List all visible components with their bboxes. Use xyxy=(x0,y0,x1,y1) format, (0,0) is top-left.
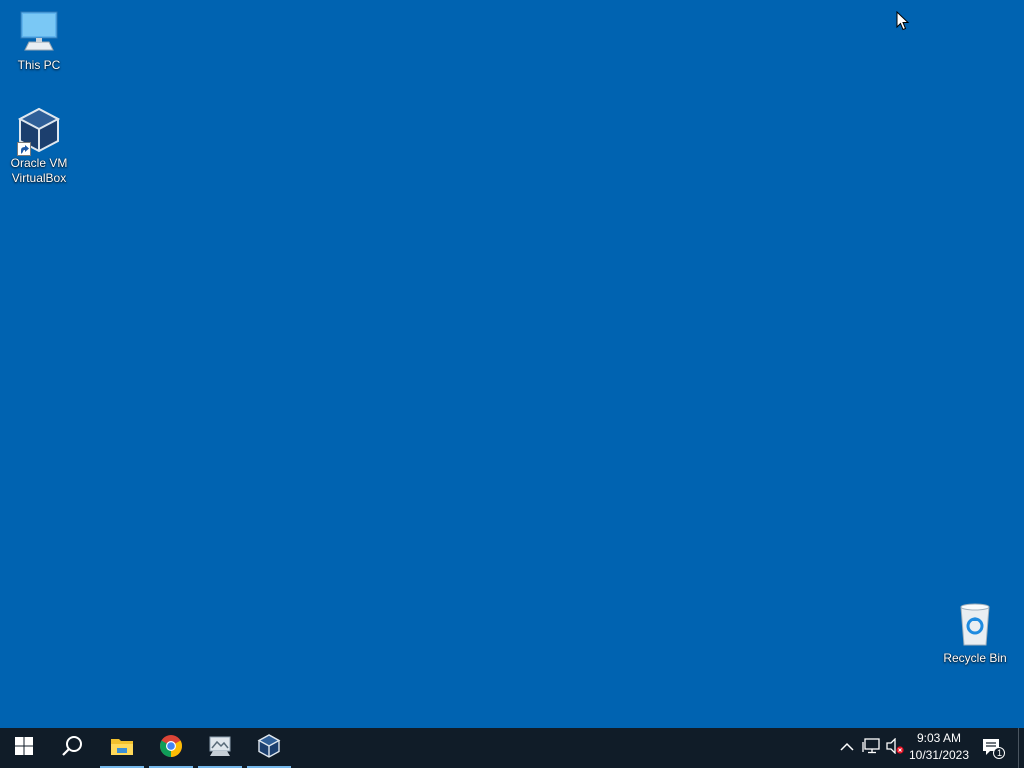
folder-icon xyxy=(110,736,134,761)
desktop-icon-this-pc[interactable]: This PC xyxy=(1,8,77,73)
clock-date: 10/31/2023 xyxy=(908,748,970,762)
desktop-icon-label: Oracle VM VirtualBox xyxy=(10,156,68,185)
taskbar: 9:03 AM 10/31/2023 1 xyxy=(0,728,1024,768)
mouse-cursor-icon xyxy=(896,10,910,31)
network-icon xyxy=(862,737,880,759)
volume-button[interactable] xyxy=(885,736,905,759)
chevron-up-icon xyxy=(840,739,854,757)
desktop-icon-recycle-bin[interactable]: Recycle Bin xyxy=(937,601,1013,666)
action-center-button[interactable]: 1 xyxy=(978,736,1006,760)
taskbar-file-explorer-button[interactable] xyxy=(98,728,146,768)
chrome-icon xyxy=(159,734,183,763)
show-desktop-button[interactable] xyxy=(1018,728,1024,768)
virtualbox-icon xyxy=(15,106,63,156)
clock-time: 9:03 AM xyxy=(916,731,962,745)
desktop-icon-label: Recycle Bin xyxy=(943,651,1007,665)
search-icon xyxy=(61,735,83,762)
windows-logo-icon xyxy=(15,736,33,760)
taskbar-chrome-button[interactable] xyxy=(147,728,195,768)
desktop[interactable]: This PC Oracle VM VirtualBox Recycle Bin xyxy=(0,0,1024,728)
recycle-bin-icon xyxy=(951,601,999,649)
desktop-icon-virtualbox[interactable]: Oracle VM VirtualBox xyxy=(1,106,77,186)
clock-button[interactable]: 9:03 AM 10/31/2023 xyxy=(906,730,972,766)
network-status-button[interactable] xyxy=(861,737,881,759)
volume-muted-icon xyxy=(885,736,905,759)
this-pc-icon xyxy=(15,8,63,56)
taskbar-virtualbox-button[interactable] xyxy=(245,728,293,768)
notification-count-badge: 1 xyxy=(996,748,1002,758)
shortcut-arrow-icon xyxy=(17,142,31,156)
start-button[interactable] xyxy=(0,728,48,768)
taskbar-photo-viewer-button[interactable] xyxy=(196,728,244,768)
show-hidden-icons-button[interactable] xyxy=(837,738,857,758)
search-button[interactable] xyxy=(48,728,96,768)
photo-viewer-icon xyxy=(207,735,233,762)
desktop-icon-label: This PC xyxy=(17,58,61,72)
virtualbox-icon xyxy=(257,733,281,763)
